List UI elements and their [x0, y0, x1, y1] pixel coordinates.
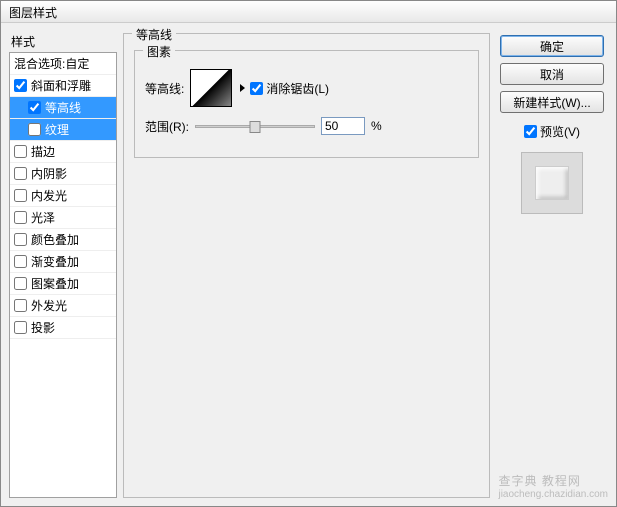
style-item-9[interactable]: 图案叠加: [10, 273, 116, 295]
style-item-2[interactable]: 纹理: [10, 119, 116, 141]
style-item-8[interactable]: 渐变叠加: [10, 251, 116, 273]
ok-button[interactable]: 确定: [500, 35, 604, 57]
styles-header: 样式: [9, 33, 117, 50]
style-checkbox-10[interactable]: [14, 299, 27, 312]
antialias-label: 消除锯齿(L): [266, 80, 329, 97]
elements-legend: 图素: [143, 43, 175, 60]
contour-fieldset: 等高线 图素 等高线: 消除锯齿(L): [123, 33, 490, 498]
style-label-10: 外发光: [31, 297, 67, 314]
style-checkbox-3[interactable]: [14, 145, 27, 158]
style-checkbox-5[interactable]: [14, 189, 27, 202]
style-list: 混合选项:自定斜面和浮雕等高线纹理描边内阴影内发光光泽颜色叠加渐变叠加图案叠加外…: [9, 52, 117, 498]
style-label-5: 内发光: [31, 187, 67, 204]
style-item-1[interactable]: 等高线: [10, 97, 116, 119]
cancel-button[interactable]: 取消: [500, 63, 604, 85]
style-item-5[interactable]: 内发光: [10, 185, 116, 207]
style-item-7[interactable]: 颜色叠加: [10, 229, 116, 251]
contour-legend: 等高线: [132, 26, 176, 43]
style-label-0: 斜面和浮雕: [31, 77, 91, 94]
titlebar: 图层样式: [1, 1, 616, 23]
range-input[interactable]: [321, 117, 365, 135]
range-unit: %: [371, 119, 382, 133]
style-label-8: 渐变叠加: [31, 253, 79, 270]
style-checkbox-2[interactable]: [28, 123, 41, 136]
style-label-11: 投影: [31, 319, 55, 336]
style-item-6[interactable]: 光泽: [10, 207, 116, 229]
preview-label: 预览(V): [540, 123, 580, 140]
style-label-6: 光泽: [31, 209, 55, 226]
style-checkbox-9[interactable]: [14, 277, 27, 290]
window-title: 图层样式: [9, 6, 57, 20]
style-label-9: 图案叠加: [31, 275, 79, 292]
preview-box: [521, 152, 583, 214]
style-checkbox-11[interactable]: [14, 321, 27, 334]
style-label-1: 等高线: [45, 99, 81, 116]
style-item-11[interactable]: 投影: [10, 317, 116, 339]
range-label: 范围(R):: [145, 118, 189, 135]
style-checkbox-4[interactable]: [14, 167, 27, 180]
style-checkbox-8[interactable]: [14, 255, 27, 268]
style-label-3: 描边: [31, 143, 55, 160]
preview-checkbox[interactable]: [524, 125, 537, 138]
blend-options-item[interactable]: 混合选项:自定: [10, 53, 116, 75]
style-label-4: 内阴影: [31, 165, 67, 182]
style-checkbox-7[interactable]: [14, 233, 27, 246]
contour-picker[interactable]: [190, 69, 232, 107]
style-item-3[interactable]: 描边: [10, 141, 116, 163]
style-item-10[interactable]: 外发光: [10, 295, 116, 317]
style-label-2: 纹理: [45, 121, 69, 138]
range-slider-thumb[interactable]: [250, 121, 261, 133]
preview-swatch: [535, 166, 569, 200]
new-style-button[interactable]: 新建样式(W)...: [500, 91, 604, 113]
style-checkbox-0[interactable]: [14, 79, 27, 92]
range-slider[interactable]: [195, 125, 315, 128]
style-item-0[interactable]: 斜面和浮雕: [10, 75, 116, 97]
style-checkbox-1[interactable]: [28, 101, 41, 114]
style-item-4[interactable]: 内阴影: [10, 163, 116, 185]
style-label-7: 颜色叠加: [31, 231, 79, 248]
contour-label: 等高线:: [145, 80, 184, 97]
antialias-checkbox[interactable]: [250, 82, 263, 95]
style-checkbox-6[interactable]: [14, 211, 27, 224]
elements-fieldset: 图素 等高线: 消除锯齿(L) 范围(R):: [134, 50, 479, 158]
